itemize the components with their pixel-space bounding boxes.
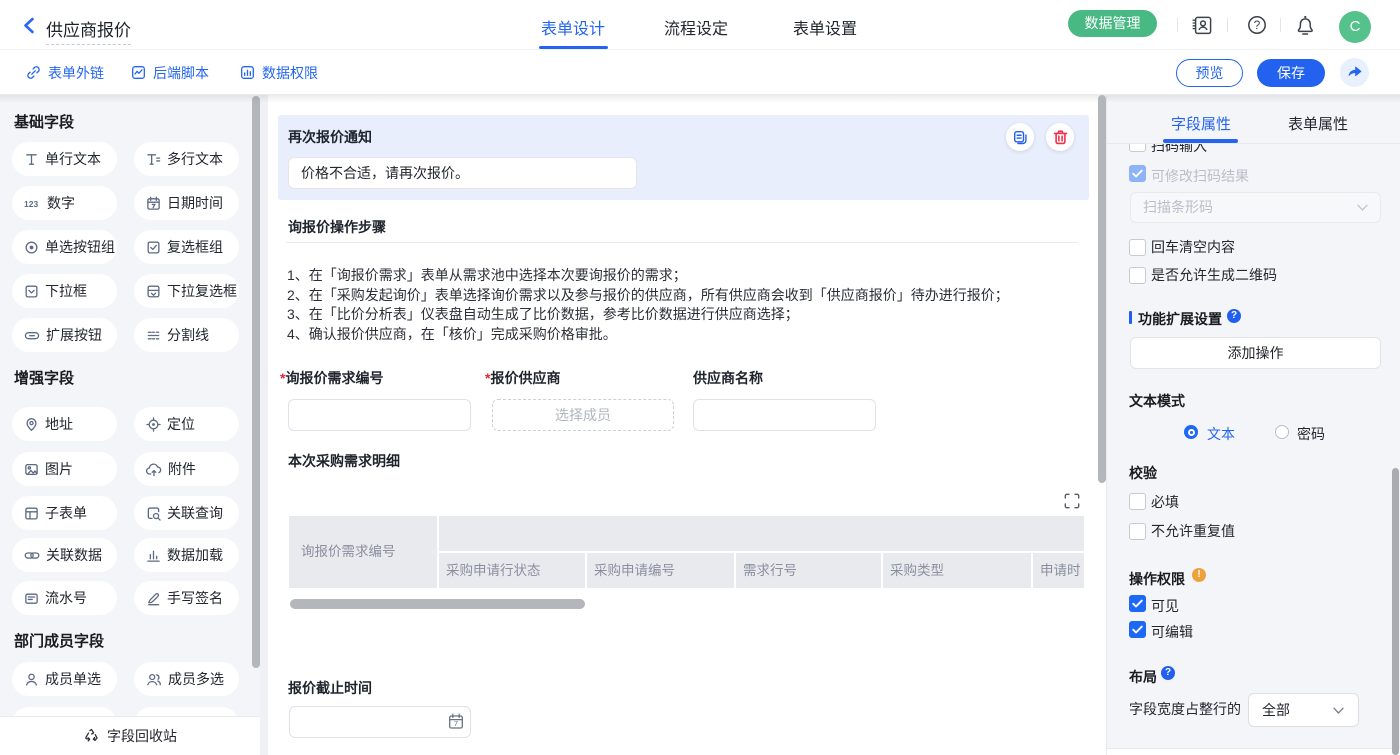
svg-text:?: ? <box>1254 18 1261 32</box>
svg-text:123: 123 <box>24 199 38 209</box>
svg-text:7: 7 <box>454 719 458 728</box>
